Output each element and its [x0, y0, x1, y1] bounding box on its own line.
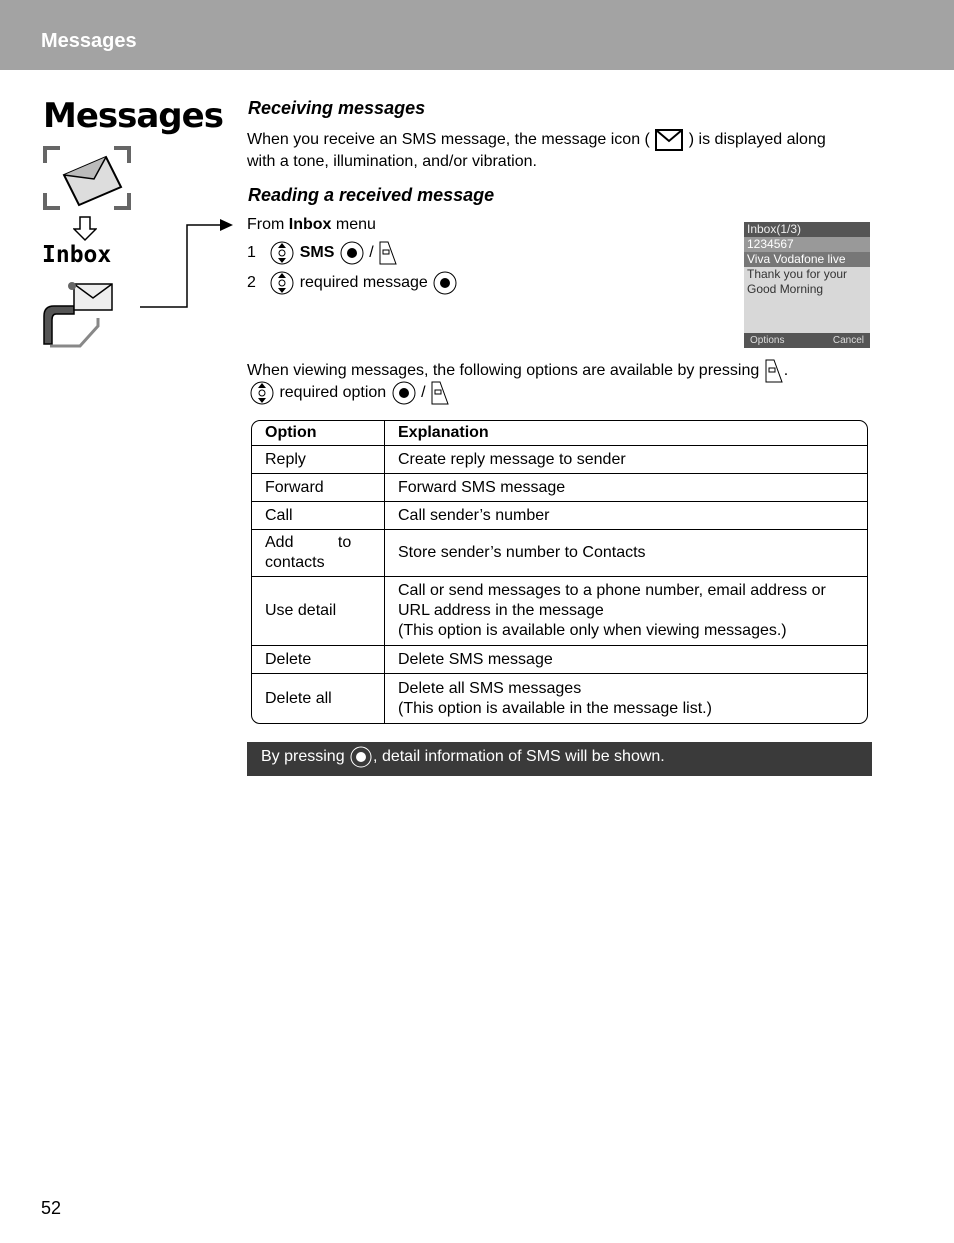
- soft-key-icon: [379, 241, 397, 265]
- nav-key-icon: [270, 271, 294, 295]
- soft-key-icon: [765, 359, 783, 383]
- connector-arrow: [140, 219, 233, 308]
- explanation-cell: Store sender’s number to Contacts: [385, 530, 867, 577]
- column-header: Option: [252, 421, 385, 446]
- explanation-cell: Create reply message to sender: [385, 446, 867, 474]
- messages-menu-icon: [43, 146, 131, 210]
- option-cell: Call: [252, 502, 385, 530]
- screen-number: 1234567: [744, 237, 870, 252]
- table-row: Forward Forward SMS message: [252, 474, 867, 502]
- explanation-cell: Forward SMS message: [385, 474, 867, 502]
- table-row: Delete all Delete all SMS messages (This …: [252, 674, 867, 723]
- explanation-cell: Call sender’s number: [385, 502, 867, 530]
- center-key-icon: [433, 271, 457, 295]
- inbox-icon: [43, 282, 113, 348]
- info-note: By pressing , detail information of SMS …: [247, 742, 872, 776]
- table-row: Add to contacts Store sender’s number to …: [252, 530, 867, 577]
- from-inbox-text: From Inbox menu: [247, 216, 376, 233]
- explanation-cell: Delete SMS message: [385, 646, 867, 674]
- table-row: Use detail Call or send messages to a pho…: [252, 577, 867, 646]
- nav-key-icon: [250, 381, 274, 405]
- arrow-down-icon: [73, 216, 97, 242]
- message-envelope-icon: [655, 129, 684, 151]
- screen-item: Good Morning: [747, 282, 824, 296]
- options-steps: required option /: [249, 380, 450, 406]
- option-cell: Reply: [252, 446, 385, 474]
- screen-item: Viva Vodafone live: [744, 252, 870, 267]
- soft-key-icon: [431, 381, 449, 405]
- explanation-cell: Delete all SMS messages (This option is …: [398, 679, 712, 717]
- nav-key-icon: [270, 241, 294, 265]
- screen-softkey-left: Options: [750, 335, 785, 346]
- page-number: 52: [41, 1198, 62, 1218]
- table-row: Call Call sender’s number: [252, 502, 867, 530]
- header-title: Messages: [41, 30, 137, 52]
- page-header: Messages: [0, 0, 954, 70]
- step-1: 1 SMS /: [247, 240, 398, 266]
- receiving-heading: Receiving messages: [248, 98, 426, 118]
- option-cell: Forward: [252, 474, 385, 502]
- screen-softkey-right: Cancel: [832, 335, 864, 346]
- option-cell: Use detail: [252, 577, 385, 646]
- reading-heading: Reading a received message: [248, 185, 495, 205]
- table-row: Reply Create reply message to sender: [252, 446, 867, 474]
- option-cell: Delete all: [252, 674, 385, 723]
- screen-item: Thank you for your: [747, 267, 848, 281]
- step-2: 2 required message: [247, 270, 458, 296]
- table-row: Delete Delete SMS message: [252, 646, 867, 674]
- options-table: Option Explanation Reply Create reply mess…: [251, 420, 868, 724]
- option-cell: Add to contacts: [252, 530, 385, 577]
- center-key-icon: [350, 746, 372, 768]
- center-key-icon: [392, 381, 416, 405]
- receiving-text: When you receive an SMS message, the mes…: [247, 128, 877, 171]
- center-key-icon: [340, 241, 364, 265]
- option-cell: Delete: [252, 646, 385, 674]
- phone-screen: Inbox(1/3) 1234567 Viva Vodafone live Th…: [744, 222, 870, 348]
- inbox-label: Inbox: [42, 242, 112, 268]
- screen-title: Inbox(1/3): [744, 222, 870, 237]
- section-title: Messages: [43, 96, 224, 136]
- column-header: Explanation: [385, 421, 867, 446]
- explanation-cell: Call or send messages to a phone number,…: [385, 577, 867, 646]
